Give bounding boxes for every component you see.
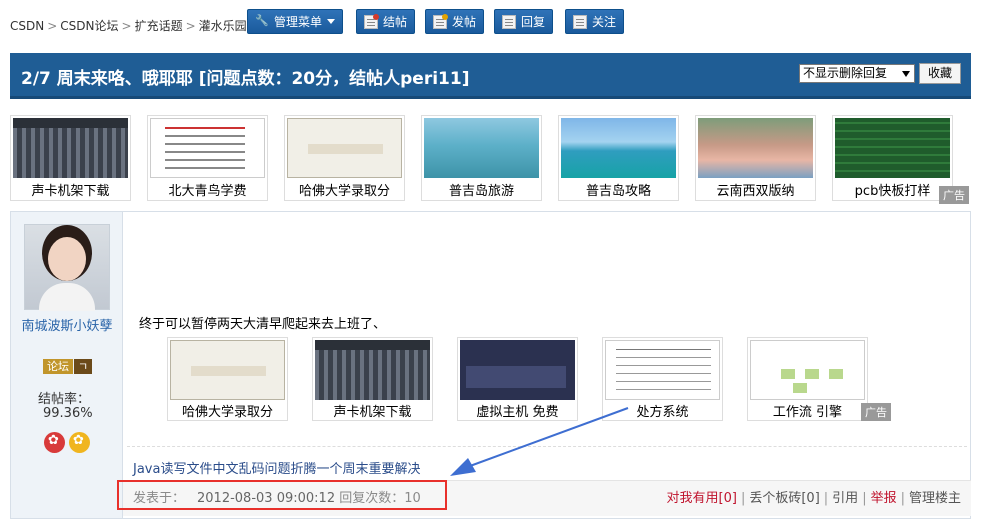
- ad-image: [605, 340, 720, 400]
- report-link[interactable]: 举报: [871, 491, 897, 506]
- new-post-label: 发帖: [452, 15, 477, 29]
- ad-card[interactable]: 声卡机架下载: [10, 115, 131, 201]
- action-separator: |: [900, 491, 905, 506]
- manage-menu-button[interactable]: 管理菜单: [247, 9, 344, 34]
- action-separator: |: [823, 491, 829, 506]
- manage-menu-label: 管理菜单: [274, 15, 323, 29]
- wrench-icon: [255, 14, 269, 29]
- follow-button[interactable]: 关注: [565, 9, 625, 34]
- close-topic-label: 结帖: [383, 15, 408, 29]
- post-ad-strip: 哈佛大学录取分 声卡机架下载 虚拟主机 免费 处方系统 工作流 引擎 广告: [167, 337, 897, 422]
- ad-card[interactable]: 普吉岛攻略: [558, 115, 679, 201]
- breadcrumb-separator: >: [185, 19, 196, 33]
- top-navigation: CSDN>CSDN论坛>扩充话题>灌水乐园 管理菜单 结帖 发帖 回复 关注: [0, 0, 981, 46]
- post-body: 终于可以暂停两天大清早爬起来去上班了、: [139, 317, 387, 332]
- reply-filter-value: 不显示删除回复: [803, 66, 888, 80]
- ad-image: [424, 118, 539, 178]
- ad-tag: 广告: [861, 403, 891, 421]
- chevron-down-icon: [327, 19, 336, 24]
- brick-link[interactable]: 丢个板砖[0]: [749, 491, 819, 506]
- post: 南城波斯小妖孽 论坛 ㄱ 结帖率： 99.36% 终于可以暂停两天大清早爬起来去…: [10, 211, 971, 519]
- ad-label: 处方系统: [636, 405, 689, 420]
- ad-image: [698, 118, 813, 178]
- ad-image: [287, 118, 402, 178]
- ad-card[interactable]: 云南西双版纳: [695, 115, 816, 201]
- topic-title-bar: 2/7 周末来咯、哦耶耶 [问题点数：20分，结帖人peri11] 不显示删除回…: [10, 53, 971, 99]
- forum-badge: 论坛 ㄱ: [43, 359, 93, 374]
- ad-card[interactable]: 处方系统: [602, 337, 723, 421]
- close-topic-icon: [364, 13, 379, 29]
- useful-link[interactable]: 对我有用[0]: [667, 491, 737, 506]
- favorite-button[interactable]: 收藏: [919, 63, 961, 84]
- ad-image: [835, 118, 950, 178]
- ad-image: [561, 118, 676, 178]
- breadcrumb-board[interactable]: 灌水乐园: [199, 19, 247, 33]
- gold-medal-icon[interactable]: [69, 432, 90, 453]
- related-topic-link[interactable]: Java读写文件中文乱码问题折腾一个周末重要解决: [133, 458, 420, 477]
- post-actions: 对我有用[0] | 丢个板砖[0] | 引用 | 举报 | 管理楼主: [667, 487, 961, 506]
- breadcrumb-category[interactable]: 扩充话题: [135, 19, 183, 33]
- new-post-icon: [433, 13, 448, 29]
- ad-label: 普吉岛攻略: [585, 184, 651, 199]
- breadcrumb-separator: >: [47, 19, 58, 33]
- ad-image: [750, 340, 865, 400]
- ad-card[interactable]: 工作流 引擎: [747, 337, 868, 421]
- ad-label: 声卡机架下载: [31, 184, 110, 199]
- ad-image: [460, 340, 575, 400]
- ad-label: 普吉岛旅游: [448, 184, 514, 199]
- dropdown-arrow-icon: [902, 71, 910, 77]
- author-panel: 南城波斯小妖孽 论坛 ㄱ 结帖率： 99.36%: [11, 212, 123, 518]
- ad-label: 哈佛大学录取分: [298, 184, 390, 199]
- author-name[interactable]: 南城波斯小妖孽: [15, 318, 119, 336]
- ad-label: 云南西双版纳: [716, 184, 795, 199]
- ad-label: 声卡机架下载: [333, 405, 412, 420]
- ad-card[interactable]: 虚拟主机 免费: [457, 337, 578, 421]
- ad-card[interactable]: pcb快板打样: [832, 115, 953, 201]
- ad-image: [13, 118, 128, 178]
- follow-label: 关注: [592, 15, 617, 29]
- ad-card[interactable]: 普吉岛旅游: [421, 115, 542, 201]
- ad-image: [170, 340, 285, 400]
- reply-button[interactable]: 回复: [494, 9, 554, 34]
- ad-image: [315, 340, 430, 400]
- ad-label: 虚拟主机 免费: [476, 405, 559, 420]
- ad-card[interactable]: 北大青鸟学费: [147, 115, 268, 201]
- action-separator: |: [862, 491, 867, 506]
- close-topic-button[interactable]: 结帖: [356, 9, 416, 34]
- reply-label: 回复: [521, 15, 546, 29]
- ad-card[interactable]: 哈佛大学录取分: [167, 337, 288, 421]
- red-medal-icon[interactable]: [44, 432, 65, 453]
- new-post-button[interactable]: 发帖: [425, 9, 485, 34]
- follow-icon: [573, 14, 587, 29]
- ad-card[interactable]: 哈佛大学录取分: [284, 115, 405, 201]
- divider: [127, 446, 967, 447]
- ad-label: 北大青鸟学费: [168, 184, 247, 199]
- quote-link[interactable]: 引用: [832, 491, 858, 506]
- reply-icon: [502, 14, 516, 29]
- reply-filter-select[interactable]: 不显示删除回复: [799, 64, 915, 83]
- badge-primary: 论坛: [43, 359, 73, 374]
- ad-card[interactable]: 声卡机架下载: [312, 337, 433, 421]
- ad-image: [150, 118, 265, 178]
- top-ad-strip: 声卡机架下载 北大青鸟学费 哈佛大学录取分 普吉岛旅游 普吉岛攻略 云南西双版纳…: [10, 115, 971, 204]
- breadcrumb: CSDN > CSDN论坛 > 扩充话题 > 灌水乐园: [10, 17, 247, 34]
- action-separator: |: [740, 491, 746, 506]
- close-rate-label: 结帖率：: [38, 392, 91, 407]
- breadcrumb-forum[interactable]: CSDN论坛: [60, 19, 118, 33]
- topic-title: 2/7 周末来咯、哦耶耶 [问题点数：20分，结帖人peri11]: [21, 69, 470, 89]
- manage-op-link[interactable]: 管理楼主: [909, 491, 961, 506]
- highlight-box: [117, 480, 447, 510]
- ad-label: pcb快板打样: [854, 184, 931, 199]
- ad-label: 工作流 引擎: [772, 405, 843, 420]
- badge-secondary: ㄱ: [74, 359, 93, 374]
- breadcrumb-separator: >: [121, 19, 132, 33]
- ad-label: 哈佛大学录取分: [181, 405, 273, 420]
- close-rate-value: 99.36%: [43, 406, 93, 421]
- ad-tag: 广告: [939, 186, 969, 204]
- avatar[interactable]: [24, 224, 110, 311]
- breadcrumb-csdn[interactable]: CSDN: [10, 19, 44, 33]
